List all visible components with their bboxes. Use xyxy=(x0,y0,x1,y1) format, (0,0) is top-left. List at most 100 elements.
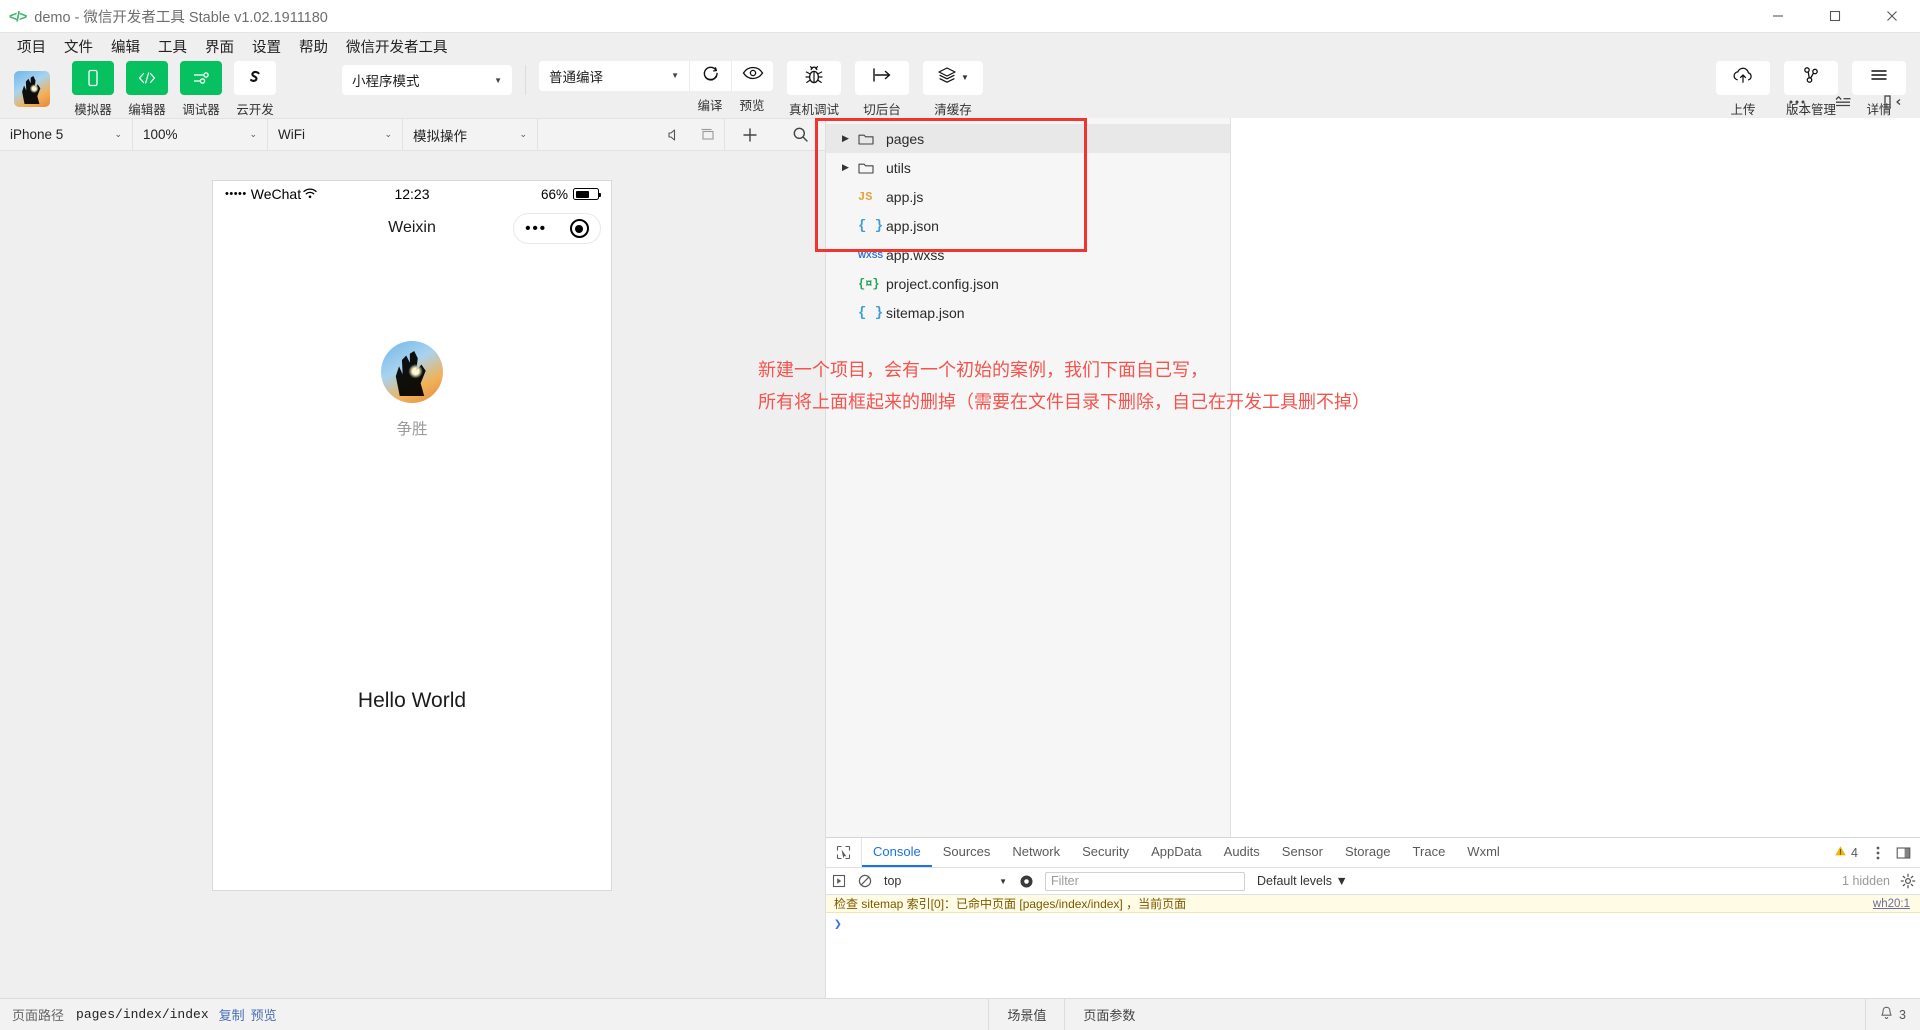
console-levels-select[interactable]: Default levels ▼ xyxy=(1251,874,1354,888)
simulator-panel: iPhone 5 ⌄ 100% ⌄ WiFi ⌄ 模拟操作 ⌄ ••••• We… xyxy=(0,118,826,998)
search-icon[interactable] xyxy=(775,118,825,151)
ellipsis-icon[interactable]: ••• xyxy=(525,220,547,237)
tab-console[interactable]: Console xyxy=(862,838,932,867)
zoom-select[interactable]: 100% ⌄ xyxy=(133,118,268,151)
bell-icon xyxy=(1880,1006,1893,1023)
file-tree-item-app-wxss[interactable]: WXSS app.wxss xyxy=(826,240,1230,269)
copy-link[interactable]: 复制 xyxy=(219,1005,245,1024)
minimize-button[interactable] xyxy=(1749,0,1806,32)
more-vertical-icon[interactable] xyxy=(1867,840,1889,866)
file-tree-item-app-json[interactable]: { } app.json xyxy=(826,211,1230,240)
tab-wxml[interactable]: Wxml xyxy=(1456,838,1511,867)
network-select[interactable]: WiFi ⌄ xyxy=(268,118,403,151)
debugger-toggle[interactable]: 调试器 xyxy=(174,60,228,118)
console-log-area: 检查 sitemap 索引[0]：已命中页面 [pages/index/inde… xyxy=(826,895,1920,998)
menu-item-edit[interactable]: 编辑 xyxy=(102,34,149,59)
file-tree-item-project-config[interactable]: {¤} project.config.json xyxy=(826,269,1230,298)
console-context-select[interactable]: top ▼ xyxy=(878,868,1013,895)
menu-item-settings[interactable]: 设置 xyxy=(243,34,290,59)
console-warning-row[interactable]: 检查 sitemap 索引[0]：已命中页面 [pages/index/inde… xyxy=(826,895,1920,913)
add-file-button[interactable] xyxy=(725,118,775,151)
upload-button[interactable] xyxy=(1716,60,1770,95)
file-tree: ▶ pages ▶ utils JS app.js {} app.json W… xyxy=(826,118,1231,837)
annotation-line-2: 所有将上面框起来的删掉（需要在文件目录下删除，自己在开发工具删不掉） xyxy=(758,392,1370,412)
compile-label: 编译 xyxy=(697,98,723,113)
phone-status-bar: ••••• WeChat 12:23 66% xyxy=(213,181,611,207)
toolbar-view-buttons: 模拟器 编辑器 调试器 云开发 xyxy=(66,60,282,118)
phone-battery-group: 66% xyxy=(541,187,601,202)
tab-storage[interactable]: Storage xyxy=(1334,838,1402,867)
file-tree-item-sitemap[interactable]: { } sitemap.json xyxy=(826,298,1230,327)
tab-sensor[interactable]: Sensor xyxy=(1271,838,1334,867)
file-tree-item-utils[interactable]: ▶ utils xyxy=(826,153,1230,182)
tab-sources[interactable]: Sources xyxy=(932,838,1002,867)
menu-item-help[interactable]: 帮助 xyxy=(290,34,337,59)
file-tree-item-app-js[interactable]: JS app.js xyxy=(826,182,1230,211)
menu-item-wechat-devtools[interactable]: 微信开发者工具 xyxy=(337,34,457,59)
switch-background-button[interactable] xyxy=(855,60,909,95)
close-button[interactable] xyxy=(1863,0,1920,32)
tab-audits[interactable]: Audits xyxy=(1213,838,1271,867)
wechat-capsule[interactable]: ••• xyxy=(513,213,601,244)
clear-console-icon[interactable] xyxy=(852,868,878,895)
phone-nav-title: Weixin xyxy=(388,219,436,236)
compile-button[interactable] xyxy=(689,60,731,91)
execute-icon[interactable] xyxy=(826,868,852,895)
file-tree-label: app.js xyxy=(886,188,924,205)
tab-appdata[interactable]: AppData xyxy=(1140,838,1213,867)
console-prompt[interactable]: ❯ xyxy=(826,913,1920,936)
tab-network[interactable]: Network xyxy=(1001,838,1071,867)
real-device-debug-button[interactable] xyxy=(787,60,841,95)
file-tree-label: sitemap.json xyxy=(886,304,965,321)
warning-counter[interactable]: 4 xyxy=(1828,845,1864,860)
console-warning-source[interactable]: wh20:1 xyxy=(1873,898,1920,910)
user-nickname: 争胜 xyxy=(396,421,428,438)
editor-area: ▶ pages ▶ utils JS app.js {} app.json W… xyxy=(758,94,1920,837)
chevron-right-icon[interactable]: ▶ xyxy=(842,162,858,173)
live-expression-icon[interactable] xyxy=(1013,868,1039,895)
settings-gear-icon[interactable] xyxy=(1896,868,1920,895)
split-panel-icon[interactable] xyxy=(1866,85,1920,118)
simulator-toggle[interactable]: 模拟器 xyxy=(66,60,120,118)
inspect-cursor-icon[interactable] xyxy=(826,838,862,867)
notification-count: 3 xyxy=(1899,1007,1906,1022)
simulator-toolbar: iPhone 5 ⌄ 100% ⌄ WiFi ⌄ 模拟操作 ⌄ xyxy=(0,118,825,151)
cloud-upload-icon xyxy=(1731,66,1755,89)
project-avatar[interactable] xyxy=(14,71,50,107)
hello-world-text: Hello World xyxy=(357,689,467,712)
tab-security[interactable]: Security xyxy=(1071,838,1140,867)
volume-icon[interactable] xyxy=(657,118,691,151)
battery-icon xyxy=(573,188,601,200)
menu-item-project[interactable]: 项目 xyxy=(8,34,55,59)
compile-select[interactable]: 普通编译 ▼ xyxy=(539,60,689,91)
cloud-dev-toggle[interactable]: 云开发 xyxy=(228,60,282,118)
editor-toggle[interactable]: 编辑器 xyxy=(120,60,174,118)
phone-frame: ••••• WeChat 12:23 66% Weixin ••• 争胜 Hel… xyxy=(212,180,612,891)
preview-link[interactable]: 预览 xyxy=(251,1005,277,1024)
menu-item-file[interactable]: 文件 xyxy=(55,34,102,59)
clear-cache-label: 清缓存 xyxy=(934,102,972,117)
scene-value-cell[interactable]: 场景值 xyxy=(988,999,1064,1030)
js-file-icon: JS xyxy=(858,189,873,204)
page-params-cell[interactable]: 页面参数 xyxy=(1064,999,1153,1030)
clear-cache-button[interactable]: ▼ xyxy=(923,60,983,95)
collapse-icon[interactable] xyxy=(1820,85,1866,118)
window-icon[interactable] xyxy=(691,118,725,151)
mode-select[interactable]: 小程序模式 ▼ xyxy=(342,65,512,95)
console-filter-input[interactable] xyxy=(1045,871,1245,891)
target-icon[interactable] xyxy=(569,219,589,238)
maximize-button[interactable] xyxy=(1806,0,1863,32)
device-select[interactable]: iPhone 5 ⌄ xyxy=(0,118,133,151)
menu-item-tools[interactable]: 工具 xyxy=(149,34,196,59)
menu-item-interface[interactable]: 界面 xyxy=(196,34,243,59)
dock-panel-icon[interactable] xyxy=(1892,840,1914,866)
file-tree-item-pages[interactable]: ▶ pages xyxy=(826,124,1230,153)
editor-blank-area xyxy=(1231,118,1920,837)
preview-button[interactable] xyxy=(731,60,773,91)
simulate-action-select[interactable]: 模拟操作 ⌄ xyxy=(403,118,538,151)
tab-trace[interactable]: Trace xyxy=(1402,838,1457,867)
editor-tool-icons xyxy=(1774,85,1920,118)
chevron-right-icon[interactable]: ▶ xyxy=(842,133,858,144)
more-icon[interactable] xyxy=(1774,85,1820,118)
notification-area[interactable]: 3 xyxy=(1865,999,1920,1030)
